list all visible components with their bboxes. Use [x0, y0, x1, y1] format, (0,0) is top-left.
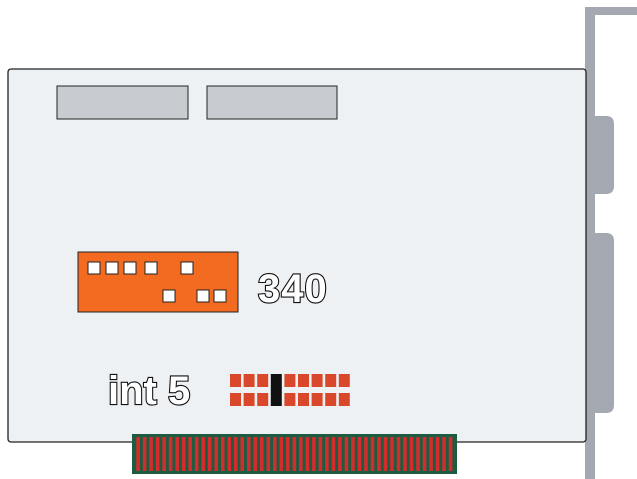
- irq-jumper-pin-bottom-9[interactable]: [338, 393, 350, 406]
- bracket-port-upper: [595, 116, 614, 194]
- edge-contact: [253, 437, 258, 471]
- address-label: 340: [258, 267, 328, 311]
- edge-contact: [227, 437, 232, 471]
- dip-switch[interactable]: [77, 251, 239, 313]
- edge-contact: [377, 437, 381, 471]
- edge-contact: [429, 437, 433, 471]
- irq-jumper-pin-top-7[interactable]: [311, 374, 323, 387]
- edge-contact: [305, 437, 310, 471]
- dip-switch-cell-1[interactable]: [87, 261, 101, 275]
- edge-contact: [357, 437, 362, 471]
- dip-switch-cell-9[interactable]: [213, 289, 227, 303]
- edge-contact: [390, 437, 394, 471]
- edge-contact: [286, 437, 290, 471]
- irq-jumper-pin-top-9[interactable]: [338, 374, 350, 387]
- irq-label: int 5: [108, 369, 190, 413]
- irq-jumper-pin-top-3[interactable]: [257, 374, 269, 387]
- bracket-port-lower: [595, 233, 614, 413]
- dip-switch-cell-7[interactable]: [162, 289, 176, 303]
- edge-contact: [403, 437, 407, 471]
- connector-block-right: [206, 85, 338, 120]
- edge-contact: [448, 437, 453, 471]
- edge-contact: [188, 437, 192, 471]
- edge-contact: [181, 437, 186, 471]
- isa-card-diagram: 340 int 5: [7, 7, 637, 479]
- edge-contact: [292, 437, 297, 471]
- edge-contact: [299, 437, 303, 471]
- irq-jumper-pin-bottom-7[interactable]: [311, 393, 323, 406]
- edge-contact: [201, 437, 205, 471]
- edge-contact: [351, 437, 355, 471]
- edge-contact: [155, 437, 160, 471]
- edge-contact: [175, 437, 179, 471]
- edge-contact: [312, 437, 316, 471]
- edge-contact: [273, 437, 277, 471]
- edge-contact: [416, 437, 420, 471]
- edge-contact: [220, 437, 225, 471]
- irq-jumper-pin-top-1[interactable]: [230, 374, 241, 387]
- dip-switch-cell-3[interactable]: [123, 261, 137, 275]
- irq-jumper-pin-top-6[interactable]: [298, 374, 309, 387]
- edge-contact: [246, 437, 251, 471]
- edge-contact: [168, 437, 173, 471]
- edge-contact: [318, 437, 323, 471]
- edge-contact: [325, 437, 329, 471]
- edge-contact: [338, 437, 342, 471]
- connector-block-left: [56, 85, 189, 120]
- edge-contact: [259, 437, 264, 471]
- edge-contact: [142, 437, 147, 471]
- edge-contact: [396, 437, 401, 471]
- edge-contact: [279, 437, 284, 471]
- dip-switch-body: [77, 251, 239, 313]
- edge-contact: [442, 437, 446, 471]
- irq-jumper-pin-bottom-1[interactable]: [230, 393, 241, 406]
- irq-jumper-pin-bottom-2[interactable]: [243, 393, 255, 406]
- dip-switch-cell-2[interactable]: [105, 261, 119, 275]
- dip-switch-cell-4[interactable]: [144, 261, 158, 275]
- edge-contact: [364, 437, 368, 471]
- irq-jumper-pin-bottom-8[interactable]: [325, 393, 337, 406]
- edge-contact: [207, 437, 212, 471]
- edge-contact: [194, 437, 199, 471]
- edge-contact: [162, 437, 166, 471]
- irq-jumper-pin-top-2[interactable]: [243, 374, 255, 387]
- edge-contact: [331, 437, 336, 471]
- irq-jumper-pin-bottom-5[interactable]: [284, 393, 296, 406]
- irq-jumper-pin-top-8[interactable]: [325, 374, 337, 387]
- irq-jumper-pin-top-5[interactable]: [284, 374, 296, 387]
- edge-contact: [409, 437, 414, 471]
- edge-contact: [435, 437, 440, 471]
- dip-switch-cell-6[interactable]: [180, 261, 194, 275]
- edge-contact: [344, 437, 349, 471]
- irq-jumper-pin-bottom-3[interactable]: [257, 393, 269, 406]
- edge-contact: [136, 437, 140, 471]
- edge-contact: [383, 437, 388, 471]
- edge-contact: [214, 437, 218, 471]
- irq-jumper-pin-bottom-6[interactable]: [298, 393, 309, 406]
- irq-jumper-cap[interactable]: [270, 374, 282, 406]
- mounting-bracket: [585, 7, 637, 479]
- edge-contact: [240, 437, 245, 471]
- edge-contact: [422, 437, 427, 471]
- edge-contact: [149, 437, 153, 471]
- dip-switch-cell-8[interactable]: [196, 289, 210, 303]
- edge-contact: [233, 437, 238, 471]
- edge-connector: [132, 434, 457, 474]
- edge-contact: [266, 437, 271, 471]
- edge-contact: [370, 437, 375, 471]
